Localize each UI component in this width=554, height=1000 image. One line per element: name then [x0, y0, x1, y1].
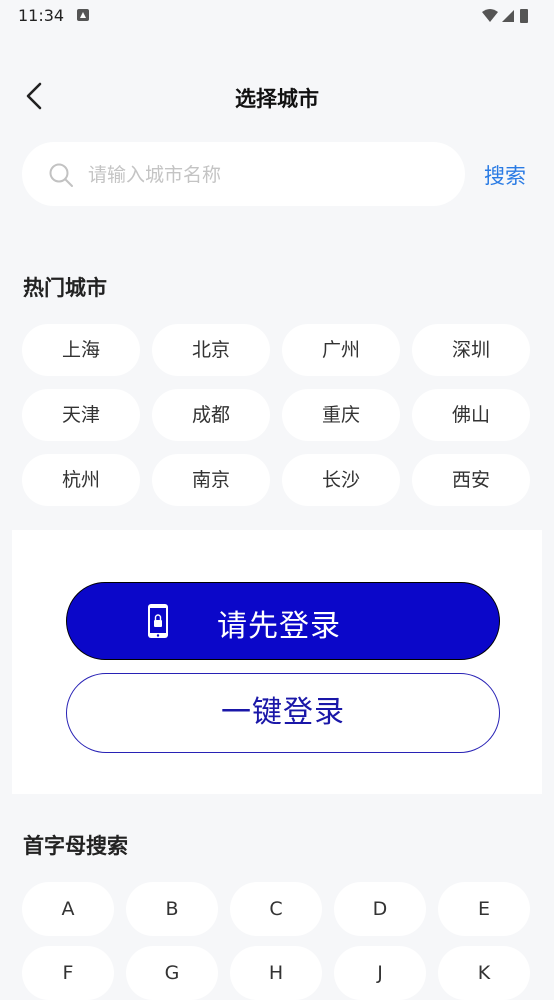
page-title: 选择城市: [235, 87, 319, 111]
search-icon: [49, 163, 73, 187]
one-click-login-button[interactable]: 一键登录: [66, 673, 500, 753]
hot-cities-title: 热门城市: [23, 276, 107, 300]
search-input[interactable]: [86, 156, 450, 194]
status-bar: 11:34: [0, 0, 554, 32]
system-status-icons: [482, 9, 528, 23]
letter-item[interactable]: B: [126, 882, 218, 936]
city-item[interactable]: 长沙: [282, 454, 400, 506]
letter-item[interactable]: C: [230, 882, 322, 936]
city-item[interactable]: 重庆: [282, 389, 400, 441]
city-item[interactable]: 天津: [22, 389, 140, 441]
letter-item[interactable]: K: [438, 946, 530, 1000]
city-item[interactable]: 北京: [152, 324, 270, 376]
login-panel: 请先登录 一键登录: [12, 530, 542, 794]
letter-item[interactable]: D: [334, 882, 426, 936]
letter-item[interactable]: G: [126, 946, 218, 1000]
login-button-label: 请先登录: [217, 609, 341, 644]
search-box[interactable]: [22, 142, 465, 206]
city-item[interactable]: 杭州: [22, 454, 140, 506]
letter-item[interactable]: E: [438, 882, 530, 936]
city-item[interactable]: 上海: [22, 324, 140, 376]
nav-bar: 选择城市: [0, 64, 554, 130]
letter-index-title: 首字母搜索: [23, 834, 128, 858]
city-item[interactable]: 广州: [282, 324, 400, 376]
letter-item[interactable]: J: [334, 946, 426, 1000]
status-time: 11:34: [18, 6, 65, 25]
battery-icon: [520, 9, 528, 23]
letter-item[interactable]: F: [22, 946, 114, 1000]
login-button[interactable]: 请先登录: [66, 582, 500, 660]
phone-lock-icon: [148, 604, 168, 638]
city-item[interactable]: 成都: [152, 389, 270, 441]
city-item[interactable]: 南京: [152, 454, 270, 506]
wifi-icon: [482, 9, 498, 22]
letter-item[interactable]: A: [22, 882, 114, 936]
city-item[interactable]: 佛山: [412, 389, 530, 441]
city-item[interactable]: 深圳: [412, 324, 530, 376]
signal-icon: [502, 10, 514, 22]
notification-icon: [77, 9, 89, 21]
letter-item[interactable]: H: [230, 946, 322, 1000]
city-item[interactable]: 西安: [412, 454, 530, 506]
search-button[interactable]: 搜索: [484, 160, 526, 190]
